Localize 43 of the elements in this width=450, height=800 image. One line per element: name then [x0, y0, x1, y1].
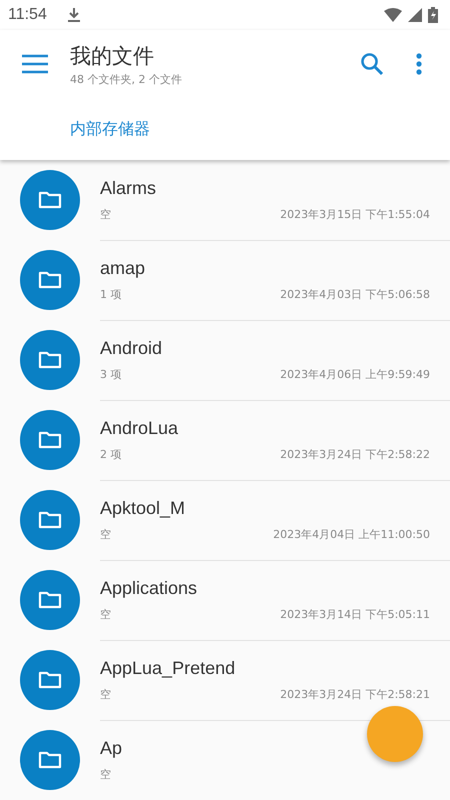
folder-icon	[20, 570, 80, 630]
item-count: 2 项	[100, 446, 122, 462]
modified-date: 2023年3月15日 下午1:55:04	[280, 206, 430, 222]
modified-date: 2023年4月04日 上午11:00:50	[273, 526, 430, 542]
modified-date: 2023年4月03日 下午5:06:58	[280, 286, 430, 302]
status-time: 11:54	[8, 6, 47, 24]
item-count: 空	[100, 206, 111, 222]
fab-button[interactable]	[367, 706, 423, 762]
item-count: 空	[100, 526, 111, 542]
folder-icon	[20, 250, 80, 310]
item-count: 空	[100, 766, 111, 782]
folder-name[interactable]: AppLua_Pretend	[100, 658, 430, 678]
folder-name[interactable]: amap	[100, 258, 430, 278]
wifi-icon	[384, 8, 402, 22]
folder-name[interactable]: Applications	[100, 578, 430, 598]
signal-icon	[408, 8, 422, 22]
folder-icon	[20, 330, 80, 390]
modified-date: 2023年3月24日 下午2:58:22	[280, 446, 430, 462]
item-count: 空	[100, 606, 111, 622]
folder-name[interactable]: AndroLua	[100, 418, 430, 438]
folder-icon	[20, 490, 80, 550]
search-icon[interactable]	[360, 52, 384, 76]
item-count: 1 项	[100, 286, 122, 302]
breadcrumb-link[interactable]: 内部存储器	[70, 118, 150, 140]
folder-icon	[20, 170, 80, 230]
toolbar-subtitle: 48 个文件夹, 2 个文件	[70, 72, 183, 86]
folder-name[interactable]: Alarms	[100, 178, 430, 198]
menu-icon[interactable]	[22, 54, 48, 74]
folder-name[interactable]: Android	[100, 338, 430, 358]
download-icon	[66, 7, 81, 23]
toolbar-title: 我的文件	[70, 42, 155, 70]
folder-icon	[20, 650, 80, 710]
folder-name[interactable]: Apktool_M	[100, 498, 430, 518]
modified-date: 2023年3月24日 下午2:58:21	[280, 686, 430, 702]
more-icon[interactable]	[416, 53, 422, 75]
modified-date: 2023年4月06日 上午9:59:49	[280, 366, 430, 382]
item-count: 空	[100, 686, 111, 702]
modified-date: 2023年3月14日 下午5:05:11	[280, 606, 430, 622]
folder-icon	[20, 730, 80, 790]
battery-icon	[428, 7, 438, 23]
folder-icon	[20, 410, 80, 470]
item-count: 3 项	[100, 366, 122, 382]
folder-name[interactable]: Ap	[100, 738, 430, 758]
